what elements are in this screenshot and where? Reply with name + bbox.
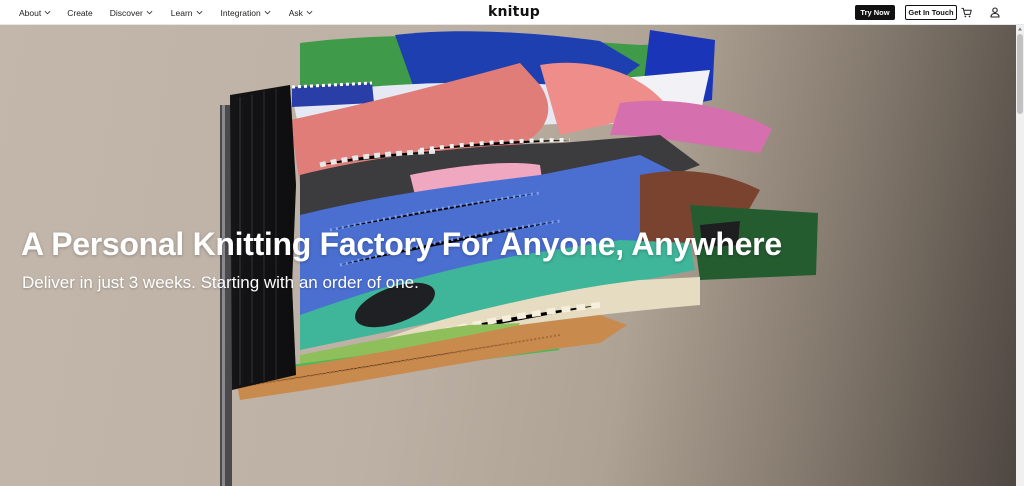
nav-learn-label: Learn [170,7,193,18]
nav-about[interactable]: About [19,8,51,18]
nav-create[interactable]: Create [67,8,93,18]
try-now-button[interactable]: Try Now [855,5,895,20]
hero-subtitle: Deliver in just 3 weeks. Starting with a… [22,273,419,292]
hero-banner: A Personal Knitting Factory For Anyone, … [0,25,1016,486]
nav-ask-label: Ask [288,7,303,18]
top-navigation: About Create Discover Learn Integration … [0,0,1024,25]
hero-title: A Personal Knitting Factory For Anyone, … [21,226,782,262]
scrollbar-thumb[interactable] [1017,34,1023,114]
chevron-down-icon [44,10,51,15]
user-icon[interactable] [990,7,1000,18]
get-in-touch-button[interactable]: Get In Touch [905,5,957,20]
main-menu: About Create Discover Learn Integration … [19,0,313,25]
logo[interactable]: knitup [488,4,540,20]
page-scrollbar[interactable] [1016,25,1024,486]
nav-integration-label: Integration [220,7,261,18]
nav-create-label: Create [67,7,93,18]
nav-discover-label: Discover [109,7,143,18]
nav-integration[interactable]: Integration [221,8,271,18]
chevron-down-icon [264,10,271,15]
chevron-down-icon [196,10,202,15]
nav-about-label: About [19,7,42,18]
chevron-down-icon [146,10,153,15]
nav-ask[interactable]: Ask [289,8,313,18]
chevron-down-icon [306,10,313,15]
nav-discover[interactable]: Discover [110,8,153,18]
cart-icon[interactable] [961,7,972,18]
nav-learn[interactable]: Learn [171,8,203,18]
scroll-up-arrow-icon[interactable] [1017,26,1023,32]
